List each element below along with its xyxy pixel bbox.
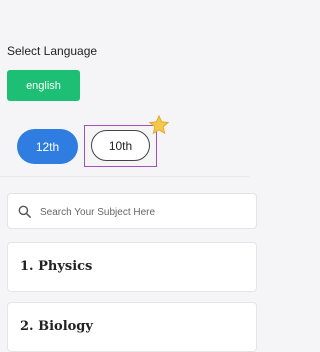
search-input[interactable] [38, 194, 252, 230]
star-icon [148, 114, 170, 135]
language-button-english[interactable]: english [7, 70, 80, 101]
grade-12-button[interactable]: 12th [17, 129, 78, 164]
subject-label: 2. Biology [20, 319, 93, 334]
subject-card-physics[interactable]: 1. Physics [7, 242, 257, 292]
select-language-label: Select Language [7, 44, 98, 58]
grade-10-button[interactable]: 10th [91, 130, 150, 161]
divider [0, 176, 249, 177]
search-bar[interactable] [7, 193, 257, 230]
search-icon [18, 205, 31, 218]
subject-label: 1. Physics [20, 259, 93, 274]
grade-10-highlight: 10th [84, 125, 157, 167]
subject-card-biology[interactable]: 2. Biology [7, 302, 257, 352]
